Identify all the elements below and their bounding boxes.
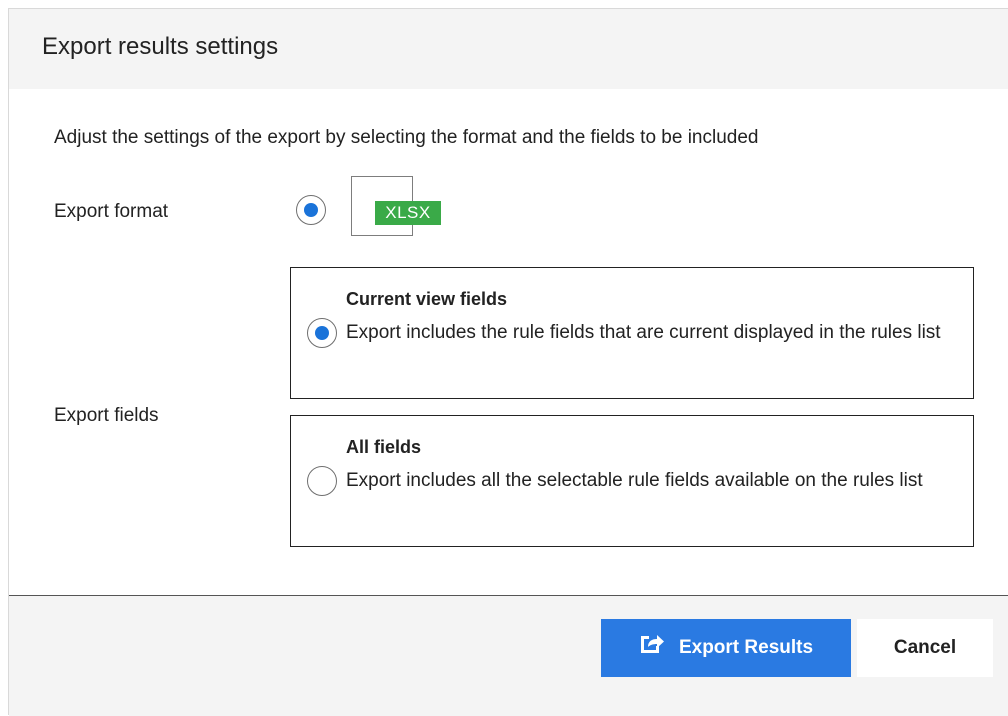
- current-view-fields-radio[interactable]: [307, 318, 337, 348]
- all-fields-radio[interactable]: [307, 466, 337, 496]
- export-fields-label: Export fields: [54, 405, 159, 426]
- all-fields-title: All fields: [346, 437, 422, 457]
- cancel-button[interactable]: Cancel: [857, 619, 993, 677]
- xlsx-format-radio[interactable]: [296, 195, 326, 225]
- xlsx-file-icon[interactable]: XLSX: [351, 176, 441, 238]
- export-results-button[interactable]: Export Results: [601, 619, 851, 677]
- current-view-fields-description: Export includes the rule fields that are…: [346, 322, 941, 343]
- current-view-fields-title: Current view fields: [346, 289, 508, 309]
- export-settings-dialog: Export results settings Adjust the setti…: [8, 8, 1008, 716]
- export-results-label: Export Results: [678, 637, 814, 658]
- export-format-label: Export format: [54, 201, 169, 222]
- dialog-title: Export results settings: [42, 33, 279, 60]
- share-export-icon: [639, 632, 665, 660]
- dialog-description: Adjust the settings of the export by sel…: [54, 127, 759, 148]
- all-fields-description: Export includes all the selectable rule …: [346, 470, 923, 491]
- dialog-header: Export results settings: [9, 9, 1008, 89]
- all-fields-option[interactable]: All fields Export includes all the selec…: [290, 415, 974, 547]
- current-view-fields-option[interactable]: Current view fields Export includes the …: [290, 267, 974, 399]
- xlsx-badge: XLSX: [375, 201, 441, 225]
